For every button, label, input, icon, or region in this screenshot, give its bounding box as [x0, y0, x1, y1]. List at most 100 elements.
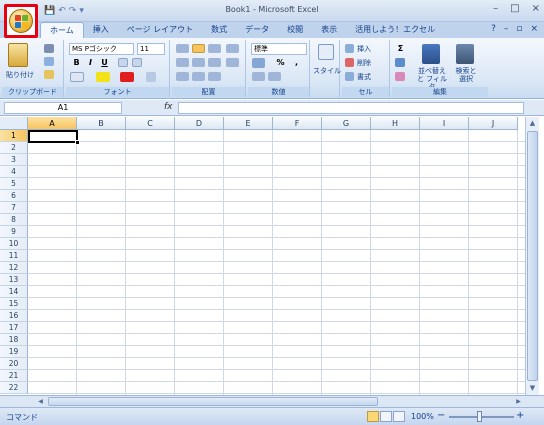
- name-box[interactable]: A1: [4, 102, 122, 114]
- find-select-button[interactable]: 検索と 選択: [452, 67, 480, 83]
- increase-indent-icon[interactable]: [192, 72, 205, 81]
- find-select-icon[interactable]: [456, 44, 474, 64]
- row-header-20[interactable]: 20: [0, 358, 28, 370]
- zoom-in-button[interactable]: +: [516, 410, 524, 421]
- row-header-2[interactable]: 2: [0, 142, 28, 154]
- office-button[interactable]: [4, 4, 38, 38]
- normal-view-button[interactable]: [367, 411, 379, 422]
- align-top-icon[interactable]: [176, 44, 189, 53]
- row-header-18[interactable]: 18: [0, 334, 28, 346]
- maximize-button[interactable]: □: [510, 3, 519, 14]
- row-header-15[interactable]: 15: [0, 298, 28, 310]
- merge-center-icon[interactable]: [226, 58, 239, 67]
- align-left-icon[interactable]: [176, 58, 189, 67]
- page-layout-view-button[interactable]: [380, 411, 392, 422]
- decrease-indent-icon[interactable]: [176, 72, 189, 81]
- tab-data[interactable]: データ: [236, 22, 278, 38]
- cell-area[interactable]: [28, 130, 525, 395]
- fill-color-icon[interactable]: [96, 72, 110, 82]
- row-header-10[interactable]: 10: [0, 238, 28, 250]
- align-center-icon[interactable]: [192, 58, 205, 67]
- row-header-13[interactable]: 13: [0, 274, 28, 286]
- row-header-5[interactable]: 5: [0, 178, 28, 190]
- column-header-j[interactable]: J: [469, 117, 518, 130]
- format-cells-button[interactable]: 書式: [357, 72, 371, 82]
- styles-icon[interactable]: [318, 44, 334, 60]
- workbook-minimize-button[interactable]: –: [504, 24, 509, 38]
- tab-formulas[interactable]: 数式: [202, 22, 236, 38]
- horizontal-scrollbar[interactable]: ◀ ▶: [0, 395, 544, 407]
- tab-view[interactable]: 表示: [312, 22, 346, 38]
- column-header-d[interactable]: D: [175, 117, 224, 130]
- active-cell[interactable]: [28, 130, 78, 143]
- tab-review[interactable]: 校閲: [278, 22, 312, 38]
- wrap-text-icon[interactable]: [208, 72, 221, 81]
- autosum-icon[interactable]: Σ: [394, 43, 407, 55]
- cut-icon[interactable]: [44, 44, 54, 53]
- vertical-scrollbar[interactable]: ▲ ▼: [525, 117, 539, 395]
- fill-handle[interactable]: [75, 140, 80, 145]
- column-header-b[interactable]: B: [77, 117, 126, 130]
- italic-button[interactable]: I: [84, 57, 97, 69]
- column-header-h[interactable]: H: [371, 117, 420, 130]
- font-color-icon[interactable]: [120, 72, 134, 82]
- tab-home[interactable]: ホーム: [40, 22, 84, 38]
- shrink-font-icon[interactable]: [132, 58, 142, 67]
- sort-filter-icon[interactable]: [422, 44, 440, 64]
- row-header-12[interactable]: 12: [0, 262, 28, 274]
- decrease-decimal-icon[interactable]: [268, 72, 281, 81]
- row-header-9[interactable]: 9: [0, 226, 28, 238]
- paste-icon[interactable]: [8, 43, 28, 67]
- row-header-7[interactable]: 7: [0, 202, 28, 214]
- column-header-f[interactable]: F: [273, 117, 322, 130]
- row-header-11[interactable]: 11: [0, 250, 28, 262]
- row-header-8[interactable]: 8: [0, 214, 28, 226]
- workbook-close-button[interactable]: ×: [530, 24, 538, 38]
- row-header-6[interactable]: 6: [0, 190, 28, 202]
- borders-icon[interactable]: [70, 72, 84, 82]
- increase-decimal-icon[interactable]: [252, 72, 265, 81]
- delete-cells-button[interactable]: 削除: [357, 58, 371, 68]
- insert-cells-button[interactable]: 挿入: [357, 44, 371, 54]
- scroll-up-arrow[interactable]: ▲: [526, 117, 539, 129]
- styles-button[interactable]: スタイル: [313, 66, 341, 76]
- paste-button[interactable]: 貼り付け: [6, 70, 34, 80]
- phonetic-icon[interactable]: [146, 72, 156, 82]
- percent-style-button[interactable]: %: [274, 57, 287, 69]
- tab-page-layout[interactable]: ページ レイアウト: [118, 22, 202, 38]
- row-header-3[interactable]: 3: [0, 154, 28, 166]
- grow-font-icon[interactable]: [118, 58, 128, 67]
- orientation-icon[interactable]: [226, 44, 239, 53]
- bold-button[interactable]: B: [70, 57, 83, 69]
- row-header-17[interactable]: 17: [0, 322, 28, 334]
- scroll-down-arrow[interactable]: ▼: [526, 382, 539, 394]
- copy-icon[interactable]: [44, 57, 54, 66]
- row-header-22[interactable]: 22: [0, 382, 28, 394]
- format-painter-icon[interactable]: [44, 70, 54, 79]
- select-all-button[interactable]: [0, 117, 28, 130]
- row-header-4[interactable]: 4: [0, 166, 28, 178]
- insert-function-icon[interactable]: fx: [164, 102, 173, 112]
- align-middle-icon[interactable]: [192, 44, 205, 53]
- help-icon[interactable]: ?: [491, 24, 496, 38]
- underline-button[interactable]: U: [98, 57, 111, 69]
- row-header-16[interactable]: 16: [0, 310, 28, 322]
- align-bottom-icon[interactable]: [208, 44, 221, 53]
- zoom-slider-handle[interactable]: [477, 411, 482, 422]
- row-header-19[interactable]: 19: [0, 346, 28, 358]
- vertical-scroll-thumb[interactable]: [527, 131, 538, 381]
- font-size-select[interactable]: 11: [137, 43, 165, 55]
- page-break-view-button[interactable]: [393, 411, 405, 422]
- formula-input[interactable]: [178, 102, 524, 114]
- comma-style-button[interactable]: ,: [290, 57, 303, 69]
- horizontal-scroll-thumb[interactable]: [48, 397, 378, 406]
- accounting-format-icon[interactable]: [252, 58, 265, 68]
- row-header-21[interactable]: 21: [0, 370, 28, 382]
- zoom-out-button[interactable]: −: [437, 410, 445, 421]
- font-name-select[interactable]: MS Pゴシック: [69, 43, 134, 55]
- column-header-g[interactable]: G: [322, 117, 371, 130]
- clear-icon[interactable]: [395, 72, 405, 81]
- number-format-select[interactable]: 標準: [251, 43, 307, 55]
- column-header-c[interactable]: C: [126, 117, 175, 130]
- row-header-1[interactable]: 1: [0, 130, 28, 142]
